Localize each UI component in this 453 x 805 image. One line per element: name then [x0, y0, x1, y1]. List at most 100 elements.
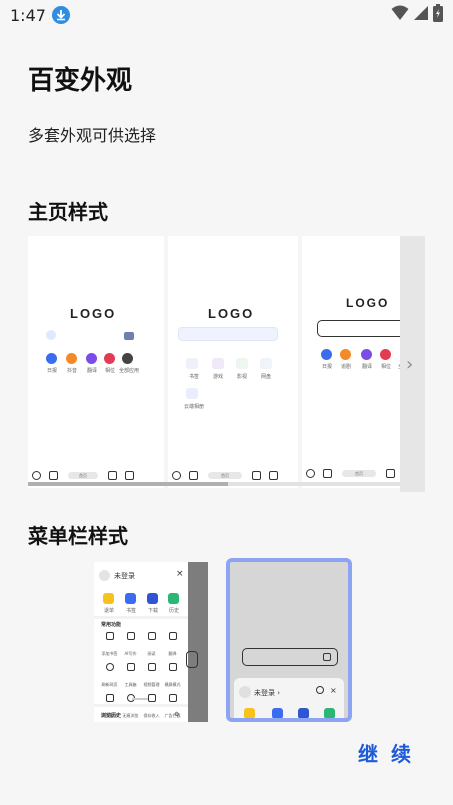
- page-dots: [132, 698, 148, 700]
- tool-icon: [105, 632, 114, 640]
- tool-icon: [168, 663, 177, 671]
- app-icon: [104, 353, 115, 364]
- bottom-nav: 首页: [302, 466, 400, 480]
- login-text: 未登录: [114, 572, 135, 580]
- tool-label: 刷新网页: [101, 682, 118, 687]
- menu-style-title: 菜单栏样式: [28, 524, 128, 548]
- menu-top-icon: [125, 593, 136, 604]
- search-bar-edge: [186, 651, 198, 668]
- home-icon: [125, 470, 134, 480]
- tabs-icon: [386, 468, 395, 478]
- home-pill: 首页: [342, 469, 376, 477]
- app-label: 抖音: [67, 368, 78, 374]
- divider: [94, 616, 188, 619]
- bookmark-icon: [186, 358, 198, 369]
- tool-item: 视频管理: [141, 663, 162, 690]
- back-icon: [32, 470, 41, 480]
- tool-icon: [126, 632, 135, 640]
- app-label: 全部应用: [119, 368, 140, 374]
- tool-icon: [147, 663, 156, 671]
- status-time: 1:47: [10, 6, 46, 25]
- app-label: 日报: [47, 368, 58, 374]
- tool-item: 广告拦截: [162, 694, 183, 721]
- menu-top-label: 退单: [104, 608, 115, 614]
- app-icon: [340, 349, 351, 360]
- tools-grid: 添加书签 AI写作 阅读 翻译 刷新网页 工具箱 视频管理 横屏模式 网页截图 …: [99, 632, 183, 721]
- tabs-icon: [108, 470, 117, 480]
- close-icon: ×: [176, 569, 184, 579]
- tool-label: AI写作: [124, 651, 137, 656]
- login-text: 未登录 ›: [254, 689, 281, 697]
- menu-style-card-2[interactable]: 未登录 › ×: [226, 558, 352, 722]
- menu-style-card-1[interactable]: 未登录 × 退单 书签 下载 历史 常用功能 添加书签 AI写作 阅读 翻译 刷…: [94, 562, 208, 722]
- close-icon: ×: [330, 686, 337, 695]
- carousel-scroll-thumb[interactable]: [28, 482, 228, 486]
- menu-panel: 未登录 × 退单 书签 下载 历史 常用功能 添加书签 AI写作 阅读 翻译 刷…: [94, 562, 188, 722]
- app-label: 相位: [381, 364, 392, 370]
- continue-button[interactable]: 继 续: [358, 738, 414, 767]
- menu-top-icon: [324, 708, 335, 718]
- wifi-icon: [391, 5, 409, 25]
- tool-item: 工具箱: [120, 663, 141, 690]
- settings-icon: ⚙: [174, 711, 180, 718]
- chevron-right-icon: ›: [406, 354, 414, 375]
- video-icon: [236, 358, 248, 369]
- card-logo: LOGO: [208, 306, 255, 321]
- app-icon: [46, 353, 57, 364]
- menu-top-icon: [244, 708, 255, 718]
- tool-item: 横屏模式: [162, 663, 183, 690]
- home-style-title: 主页样式: [28, 200, 108, 224]
- back-icon: [172, 470, 181, 480]
- app-label: 书签: [189, 374, 200, 380]
- history-label: 浏览历史: [101, 713, 122, 719]
- avatar: [99, 570, 110, 581]
- tool-label: 工具箱: [124, 682, 137, 687]
- app-label: 翻译: [362, 364, 373, 370]
- home-style-card-2[interactable]: LOGO 书签 游戏 影视 网盘 云端相册 首页: [168, 236, 298, 488]
- app-label: 影视: [237, 374, 248, 380]
- status-bar: 1:47: [0, 0, 453, 30]
- tool-icon: [168, 632, 177, 640]
- tool-icon: [105, 663, 114, 671]
- app-label: 游戏: [213, 374, 224, 380]
- tool-icon: [126, 663, 135, 671]
- app-label: 云端相册: [184, 404, 205, 410]
- app-label: 网盘: [261, 374, 272, 380]
- home-icon: [269, 470, 278, 480]
- menu-sheet: 未登录 › ×: [234, 678, 344, 718]
- menu-top-label: 历史: [169, 608, 180, 614]
- avatar: [239, 686, 251, 698]
- carousel-next-button[interactable]: ›: [400, 236, 425, 492]
- settings-icon: [316, 686, 324, 694]
- app-icon: [361, 349, 372, 360]
- home-style-card-1[interactable]: LOGO 日报 抖音 翻译 相位 全部应用 首页: [28, 236, 164, 488]
- tool-item: AI写作: [120, 632, 141, 659]
- tool-label: 保存收入: [143, 713, 160, 718]
- tool-label: 添加书签: [101, 651, 118, 656]
- grid-icon: [323, 468, 332, 478]
- card-logo: LOGO: [70, 306, 117, 321]
- tool-item: 翻译: [162, 632, 183, 659]
- divider: [94, 704, 188, 707]
- tool-icon: [168, 694, 177, 702]
- menu-top-label: 书签: [126, 608, 137, 614]
- home-style-card-3[interactable]: LOGO 日报 追剧 翻译 相位 全部 首页: [302, 236, 400, 488]
- tool-icon: [147, 694, 156, 702]
- menu-top-label: 下载: [148, 608, 159, 614]
- app-icon: [86, 353, 97, 364]
- tool-label: 无痕浏览: [122, 713, 139, 718]
- back-icon: [306, 468, 315, 478]
- tool-label: 阅读: [147, 651, 156, 656]
- home-style-carousel[interactable]: LOGO 日报 抖音 翻译 相位 全部应用 首页 LOGO 书签 游戏 影视 网…: [28, 236, 425, 492]
- bottom-nav: 首页: [168, 468, 298, 482]
- app-label: 翻译: [87, 368, 98, 374]
- menu-top-icon: [272, 708, 283, 718]
- menu-top-icon: [147, 593, 158, 604]
- album-icon: [186, 388, 198, 399]
- app-label: 相位: [105, 368, 116, 374]
- search-icon: [46, 330, 56, 340]
- tool-label: 横屏模式: [164, 682, 181, 687]
- download-icon: [52, 6, 70, 24]
- menu-top-icon: [168, 593, 179, 604]
- menu-top-icon: [298, 708, 309, 718]
